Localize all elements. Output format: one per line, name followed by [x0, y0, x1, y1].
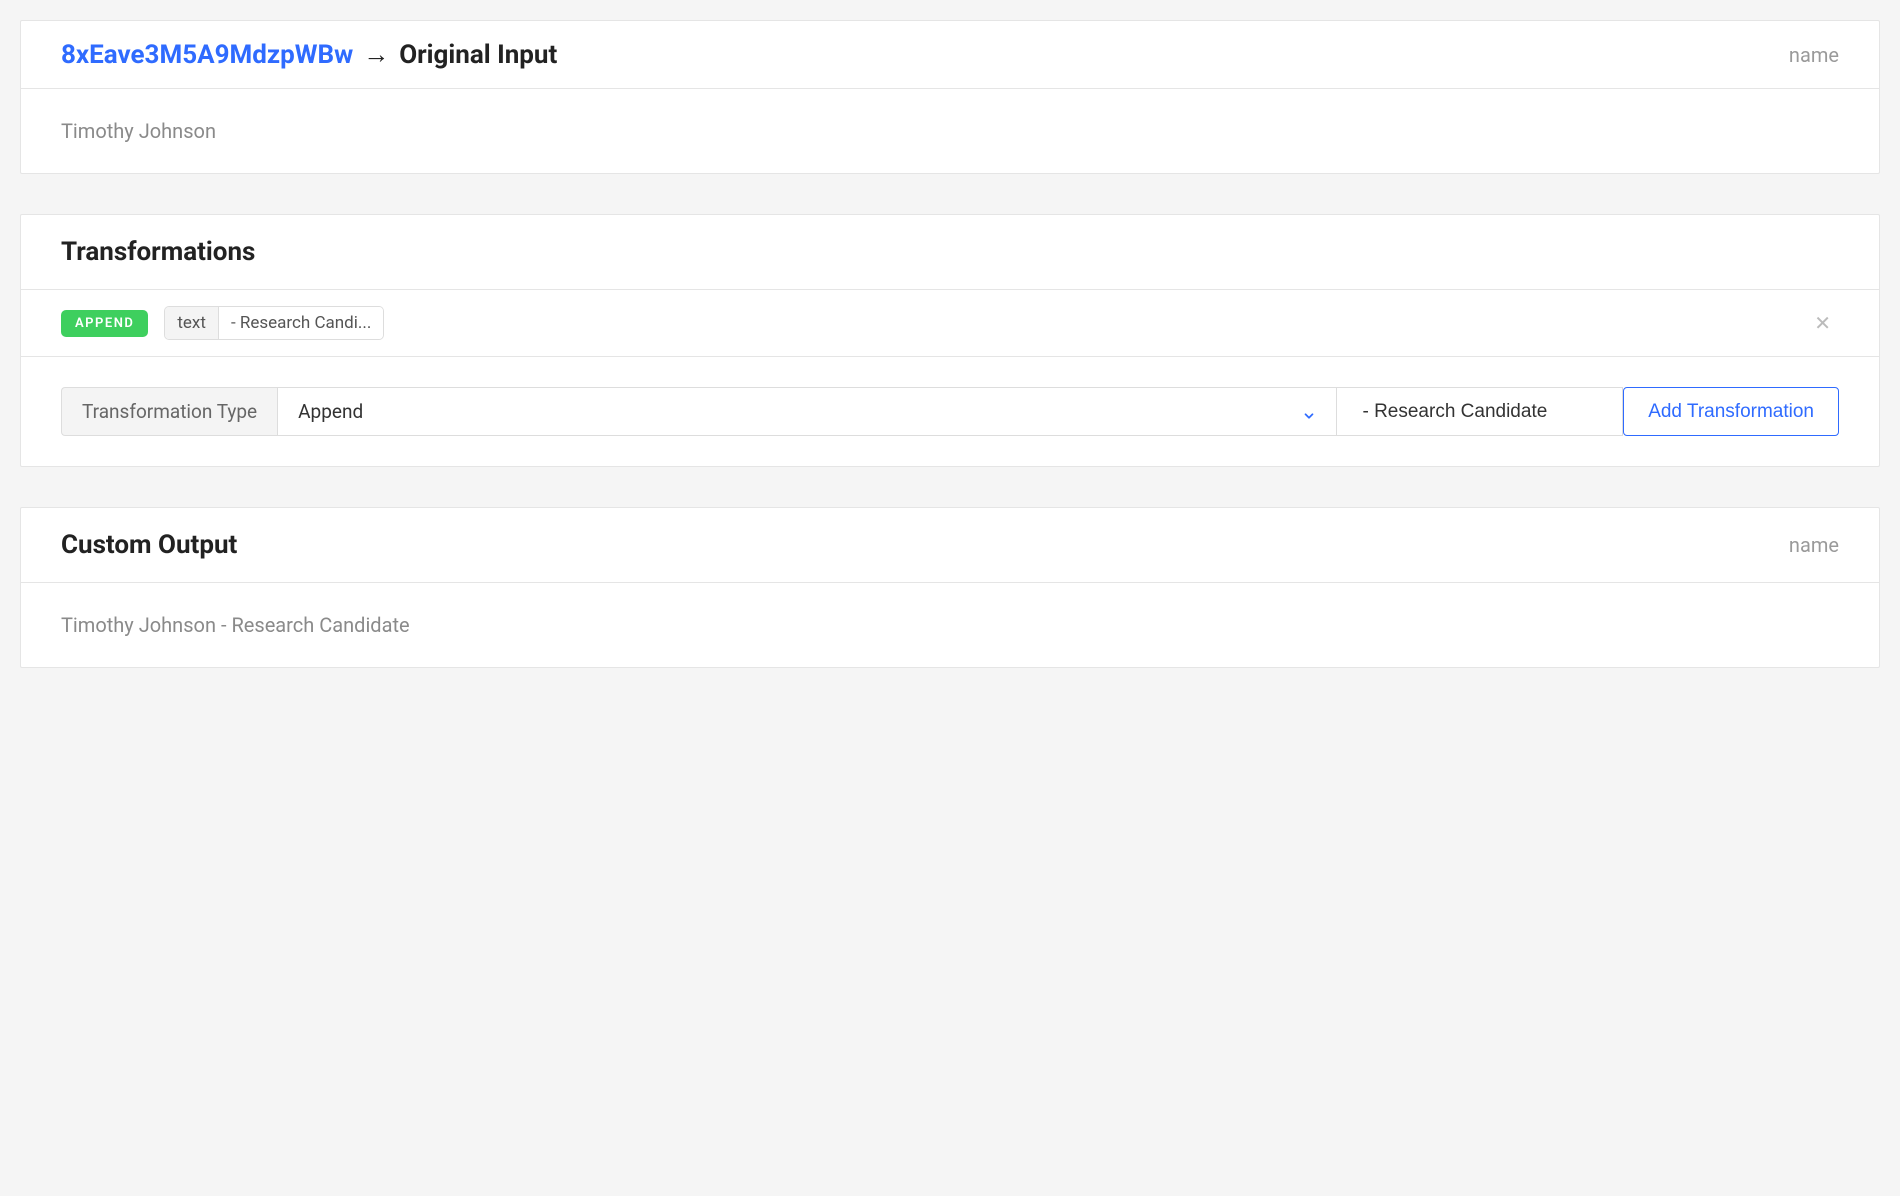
original-input-title-group: 8xEave3M5A9MdzpWBw → Original Input: [61, 39, 557, 70]
arrow-icon: →: [363, 39, 389, 70]
transformation-param: text - Research Candi...: [164, 306, 384, 340]
transformation-value-input[interactable]: [1336, 387, 1623, 436]
transformation-type-select[interactable]: Append: [277, 387, 1336, 436]
transformation-badge: APPEND: [61, 310, 148, 337]
chevron-down-icon: [1302, 405, 1316, 419]
custom-output-title: Custom Output: [61, 530, 237, 560]
transformations-header: Transformations: [21, 215, 1879, 290]
original-input-title: Original Input: [399, 40, 557, 70]
param-value: - Research Candi...: [219, 307, 383, 339]
original-input-card: 8xEave3M5A9MdzpWBw → Original Input name…: [20, 20, 1880, 174]
output-field-label: name: [1789, 533, 1839, 557]
custom-output-header: Custom Output name: [21, 508, 1879, 583]
transformation-type-label: Transformation Type: [61, 387, 277, 436]
transformations-card: Transformations APPEND text - Research C…: [20, 214, 1880, 467]
param-label: text: [165, 307, 219, 339]
custom-output-card: Custom Output name Timothy Johnson - Res…: [20, 507, 1880, 668]
transformation-form: Transformation Type Append Add Transform…: [21, 357, 1879, 466]
custom-output-value: Timothy Johnson - Research Candidate: [21, 583, 1879, 667]
remove-transformation-button[interactable]: ✕: [1806, 307, 1839, 339]
add-transformation-button[interactable]: Add Transformation: [1623, 387, 1839, 436]
transformation-item: APPEND text - Research Candi... ✕: [21, 290, 1879, 357]
selected-type: Append: [298, 400, 363, 423]
close-icon: ✕: [1814, 311, 1831, 335]
transformation-item-left: APPEND text - Research Candi...: [61, 306, 384, 340]
record-id-link[interactable]: 8xEave3M5A9MdzpWBw: [61, 40, 353, 70]
original-input-header: 8xEave3M5A9MdzpWBw → Original Input name: [21, 21, 1879, 89]
transformations-title: Transformations: [61, 237, 1839, 267]
original-input-value: Timothy Johnson: [21, 89, 1879, 173]
field-label: name: [1789, 43, 1839, 67]
